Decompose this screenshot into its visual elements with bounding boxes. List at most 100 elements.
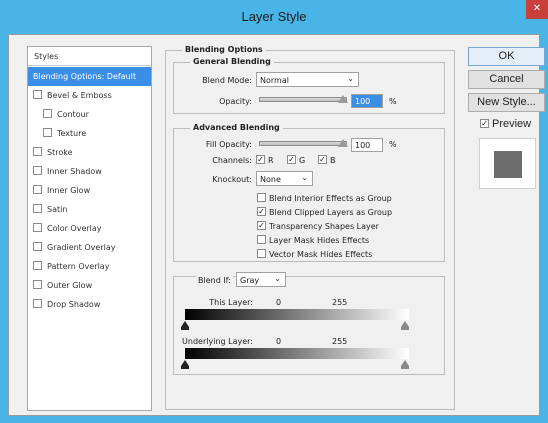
underlying-layer-white-slider-base [401, 366, 409, 369]
checkbox-box: ✓ [287, 155, 296, 164]
texture-checkbox[interactable] [43, 128, 52, 137]
inner-glow-checkbox[interactable] [33, 185, 42, 194]
style-item-label: Pattern Overlay [47, 262, 110, 271]
this-layer-black-slider-base [181, 327, 189, 330]
satin-checkbox[interactable] [33, 204, 42, 213]
chevron-down-icon: ⌄ [274, 274, 281, 283]
style-item-label: Color Overlay [47, 224, 102, 233]
pattern-overlay-checkbox[interactable] [33, 261, 42, 270]
blend-if-value: Gray [240, 276, 260, 285]
this-layer-max: 255 [332, 298, 348, 307]
option-label: Blend Interior Effects as Group [269, 194, 392, 203]
contour-checkbox[interactable] [43, 109, 52, 118]
inner-shadow-checkbox[interactable] [33, 166, 42, 175]
style-item-label: Satin [47, 205, 68, 214]
channel-b-label: B [330, 156, 336, 165]
knockout-value: None [260, 175, 281, 184]
blend-mode-label: Blend Mode: [202, 76, 252, 85]
preview-label: Preview [492, 118, 532, 130]
style-item-label: Stroke [47, 148, 73, 157]
style-item-satin[interactable]: Satin [28, 200, 151, 219]
style-item-contour[interactable]: Contour [28, 105, 151, 124]
underlying-layer-gradient [185, 348, 409, 359]
ok-button[interactable]: OK [468, 47, 545, 66]
this-layer-white-slider-base [401, 327, 409, 330]
underlying-layer-black-slider-base [181, 366, 189, 369]
option-label: Transparency Shapes Layer [269, 222, 379, 231]
style-item-blending-options[interactable]: Blending Options: Default [28, 67, 151, 86]
style-item-label: Drop Shadow [47, 300, 101, 309]
advanced-blending-title: Advanced Blending [190, 123, 283, 132]
style-item-label: Blending Options: Default [33, 72, 137, 81]
option-label: Vector Mask Hides Effects [269, 250, 373, 259]
style-item-pattern-overlay[interactable]: Pattern Overlay [28, 257, 151, 276]
channel-r-label: R [268, 156, 274, 165]
gradient-overlay-checkbox[interactable] [33, 242, 42, 251]
window-title: Layer Style [241, 9, 307, 24]
checkbox-box: ✓ [257, 221, 266, 230]
general-blending-title: General Blending [190, 57, 274, 66]
style-item-inner-glow[interactable]: Inner Glow [28, 181, 151, 200]
style-item-label: Contour [57, 110, 89, 119]
blend-mode-select[interactable]: Normal ⌄ [256, 72, 359, 87]
opacity-slider[interactable] [259, 97, 347, 102]
style-item-gradient-overlay[interactable]: Gradient Overlay [28, 238, 151, 257]
blend-mode-value: Normal [260, 76, 289, 85]
stroke-checkbox[interactable] [33, 147, 42, 156]
opacity-input[interactable]: 100 [351, 94, 383, 108]
checkbox-box: ✓ [256, 155, 265, 164]
blend-if-select[interactable]: Gray ⌄ [236, 272, 286, 287]
drop-shadow-checkbox[interactable] [33, 299, 42, 308]
new-style-button[interactable]: New Style... [468, 93, 545, 112]
styles-header[interactable]: Styles [28, 47, 151, 66]
title-bar[interactable]: Layer Style ✕ [0, 0, 548, 34]
this-layer-min: 0 [276, 298, 282, 307]
channels-label: Channels: [212, 156, 252, 165]
preview-thumbnail [479, 138, 536, 189]
style-item-stroke[interactable]: Stroke [28, 143, 151, 162]
knockout-label: Knockout: [212, 175, 252, 184]
checkbox-box [257, 249, 266, 258]
underlying-layer-label: Underlying Layer: [182, 337, 253, 346]
cancel-button[interactable]: Cancel [468, 70, 545, 89]
style-item-inner-shadow[interactable]: Inner Shadow [28, 162, 151, 181]
knockout-select[interactable]: None ⌄ [256, 171, 313, 186]
style-item-outer-glow[interactable]: Outer Glow [28, 276, 151, 295]
chevron-down-icon: ⌄ [347, 74, 354, 83]
style-item-drop-shadow[interactable]: Drop Shadow [28, 295, 151, 314]
style-item-label: Gradient Overlay [47, 243, 116, 252]
fill-opacity-slider-thumb[interactable] [338, 139, 348, 147]
underlying-layer-min: 0 [276, 337, 282, 346]
checkbox-box: ✓ [480, 119, 489, 128]
style-item-label: Outer Glow [47, 281, 93, 290]
chevron-down-icon: ⌄ [301, 173, 308, 182]
fill-opacity-slider[interactable] [259, 141, 347, 146]
opacity-unit: % [389, 97, 397, 106]
general-blending-frame [173, 62, 445, 114]
style-item-label: Inner Shadow [47, 167, 102, 176]
style-item-bevel-emboss[interactable]: Bevel & Emboss [28, 86, 151, 105]
style-item-color-overlay[interactable]: Color Overlay [28, 219, 151, 238]
close-icon[interactable]: ✕ [526, 0, 548, 19]
style-item-label: Texture [57, 129, 87, 138]
option-label: Layer Mask Hides Effects [269, 236, 370, 245]
checkbox-box [257, 235, 266, 244]
fill-opacity-input[interactable]: 100 [351, 138, 383, 152]
opacity-slider-thumb[interactable] [338, 95, 348, 103]
option-label: Blend Clipped Layers as Group [269, 208, 393, 217]
style-item-label: Bevel & Emboss [47, 91, 112, 100]
style-item-texture[interactable]: Texture [28, 124, 151, 143]
channel-g-label: G [299, 156, 306, 165]
this-layer-label: This Layer: [209, 298, 253, 307]
preview-swatch [494, 151, 522, 178]
outer-glow-checkbox[interactable] [33, 280, 42, 289]
this-layer-gradient [185, 309, 409, 320]
blending-options-title: Blending Options [182, 45, 266, 54]
fill-opacity-label: Fill Opacity: [205, 140, 252, 149]
style-item-label: Inner Glow [47, 186, 91, 195]
fill-opacity-unit: % [389, 140, 397, 149]
bevel-emboss-checkbox[interactable] [33, 90, 42, 99]
checkbox-box: ✓ [318, 155, 327, 164]
underlying-layer-max: 255 [332, 337, 348, 346]
color-overlay-checkbox[interactable] [33, 223, 42, 232]
